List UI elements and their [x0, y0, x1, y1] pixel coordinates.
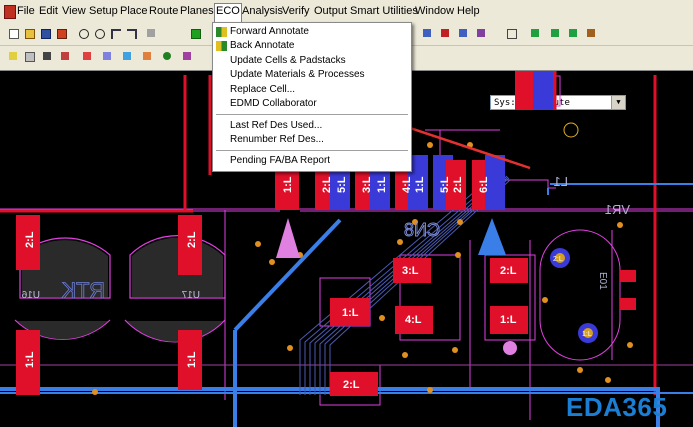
- via-icon[interactable]: [160, 49, 174, 63]
- pad-label: 2:L: [24, 231, 36, 248]
- pad-label: 3:L: [361, 176, 373, 193]
- pad-label: 1:L: [500, 314, 517, 326]
- app-icon[interactable]: [4, 5, 16, 19]
- menu-item-back-annotate[interactable]: Back Annotate: [213, 39, 411, 53]
- pad-label: 1:L: [376, 176, 388, 193]
- zoom-in-icon[interactable]: [92, 26, 106, 40]
- pad-label: 2:L: [186, 231, 198, 248]
- ref-des-rtk: RTK: [61, 278, 105, 303]
- via-label: 1:L: [582, 331, 592, 338]
- menu-item-edmd-collaborator[interactable]: EDMD Collaborator: [213, 97, 411, 111]
- menu-smart-utilities[interactable]: Smart Utilities: [349, 4, 419, 19]
- redo-icon[interactable]: [124, 26, 138, 40]
- open-icon[interactable]: [22, 26, 36, 40]
- pad-label: 2:L: [343, 379, 360, 391]
- place-mode-icon[interactable]: [22, 49, 36, 63]
- close-icon[interactable]: [504, 26, 518, 40]
- ref-des-l1: L1: [554, 174, 568, 189]
- menu-place[interactable]: Place: [119, 4, 149, 19]
- pad-label: 1:L: [342, 307, 359, 319]
- menu-item-last-ref-des-used[interactable]: Last Ref Des Used...: [213, 119, 411, 133]
- pad-label: 5:L: [439, 176, 451, 193]
- menu-item-update-cells-padstacks[interactable]: Update Cells & Padstacks: [213, 54, 411, 68]
- forward-annotate-icon: [216, 27, 227, 37]
- menu-verify[interactable]: Verify: [281, 4, 311, 19]
- undo-icon[interactable]: [108, 26, 122, 40]
- ref-des-e01: E01: [597, 272, 608, 290]
- verify-icon[interactable]: [474, 26, 488, 40]
- select-mode-icon[interactable]: [6, 49, 20, 63]
- grid-fine-icon[interactable]: [566, 26, 580, 40]
- menu-view[interactable]: View: [61, 4, 87, 19]
- interactive-route-icon[interactable]: [180, 49, 194, 63]
- pad-label: 1:L: [24, 351, 36, 368]
- drc-report-icon[interactable]: [438, 26, 452, 40]
- pad-label: 6:L: [478, 176, 490, 193]
- plow-icon[interactable]: [100, 49, 114, 63]
- pad-label: 4:L: [405, 314, 422, 326]
- gloss-icon[interactable]: [140, 49, 154, 63]
- pad-label: 1:L: [414, 176, 426, 193]
- drc-icon[interactable]: [420, 26, 434, 40]
- menu-eco[interactable]: ECO: [214, 3, 242, 22]
- menu-item-replace-cell[interactable]: Replace Cell...: [213, 83, 411, 97]
- via-label: 2:L: [553, 256, 563, 263]
- pad-label: 1:L: [282, 176, 294, 193]
- print-icon[interactable]: [54, 26, 68, 40]
- menu-item-forward-annotate[interactable]: Forward Annotate: [213, 25, 411, 39]
- menu-file[interactable]: File: [16, 4, 36, 19]
- watermark-logo: EDA365: [566, 392, 668, 422]
- layer-icon[interactable]: [144, 26, 158, 40]
- menu-analysis[interactable]: Analysis: [241, 4, 284, 19]
- new-icon[interactable]: [6, 26, 20, 40]
- menu-bar: File Edit View Setup Place Route Planes …: [0, 0, 693, 24]
- back-annotate-icon: [216, 41, 227, 51]
- tool-icon[interactable]: [584, 26, 598, 40]
- pad-label: 1:L: [186, 351, 198, 368]
- menu-window[interactable]: Window: [414, 4, 455, 19]
- menu-route[interactable]: Route: [148, 4, 179, 19]
- fanout-icon[interactable]: [80, 49, 94, 63]
- eco-menu: Forward Annotate Back Annotate Update Ce…: [212, 22, 412, 172]
- ref-des-vr1: VR1: [605, 202, 630, 217]
- menu-setup[interactable]: Setup: [88, 4, 119, 19]
- route-mode-icon[interactable]: [40, 49, 54, 63]
- grid-snap-icon[interactable]: [548, 26, 562, 40]
- ref-des-u17: U17: [181, 290, 200, 301]
- pad-label: 4:L: [401, 176, 413, 193]
- menu-item-renumber-ref-des[interactable]: Renumber Ref Des...: [213, 133, 411, 147]
- menu-edit[interactable]: Edit: [38, 4, 59, 19]
- zoom-fit-icon[interactable]: [76, 26, 90, 40]
- menu-item-update-materials-processes[interactable]: Update Materials & Processes: [213, 68, 411, 82]
- menu-separator: [216, 114, 408, 115]
- pad-label: 3:L: [402, 265, 419, 277]
- pad-label: 2:L: [500, 265, 517, 277]
- menu-help[interactable]: Help: [456, 4, 481, 19]
- display-control-icon[interactable]: [188, 26, 202, 40]
- menu-planes[interactable]: Planes: [179, 4, 215, 19]
- save-icon[interactable]: [38, 26, 52, 40]
- menu-separator: [216, 150, 408, 151]
- drawing-mode-icon[interactable]: [58, 49, 72, 63]
- menu-item-pending-fa-ba-report[interactable]: Pending FA/BA Report: [213, 154, 411, 168]
- check-icon[interactable]: [456, 26, 470, 40]
- pad-label: 5:L: [336, 176, 348, 193]
- pad-label: 2:L: [452, 176, 464, 193]
- grid-icon[interactable]: [528, 26, 542, 40]
- tune-icon[interactable]: [120, 49, 134, 63]
- ref-des-cn8: CN8: [404, 220, 440, 240]
- menu-output[interactable]: Output: [313, 4, 348, 19]
- ref-des-u16: U16: [21, 290, 40, 301]
- pad-label: 2:L: [321, 176, 333, 193]
